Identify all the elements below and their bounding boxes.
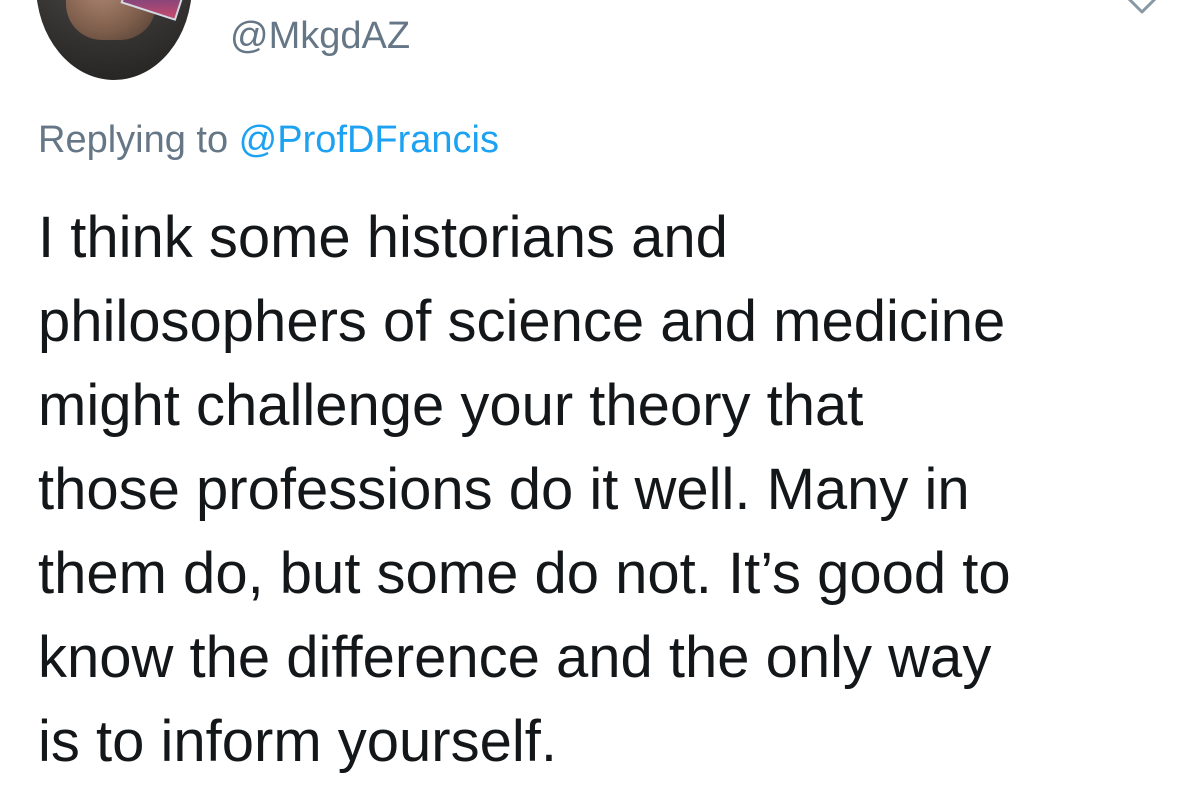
tweet-text-line: I think some historians and xyxy=(38,205,728,270)
replying-mention-link[interactable]: @ProfDFrancis xyxy=(239,119,499,161)
avatar[interactable] xyxy=(36,0,192,80)
replying-prefix: Replying to xyxy=(38,119,239,161)
user-handle[interactable]: @MkgdAZ xyxy=(230,12,410,60)
tweet-text-line: philosophers of science and medicine xyxy=(38,289,1006,354)
tweet-text-line: know the difference and the only way xyxy=(38,625,992,690)
tweet-text-line: is to inform yourself. xyxy=(38,709,557,774)
tweet-text-line: those professions do it well. Many in xyxy=(38,457,970,522)
tweet-text-line: them do, but some do not. It’s good to xyxy=(38,541,1011,606)
tweet-text: I think some historians and philosophers… xyxy=(38,196,1178,784)
chevron-down-icon[interactable] xyxy=(1122,0,1162,18)
tweet-text-line: might challenge your theory that xyxy=(38,373,864,438)
replying-to: Replying to @ProfDFrancis xyxy=(38,116,499,164)
tweet: @MkgdAZ Replying to @ProfDFrancis I thin… xyxy=(0,0,1200,807)
